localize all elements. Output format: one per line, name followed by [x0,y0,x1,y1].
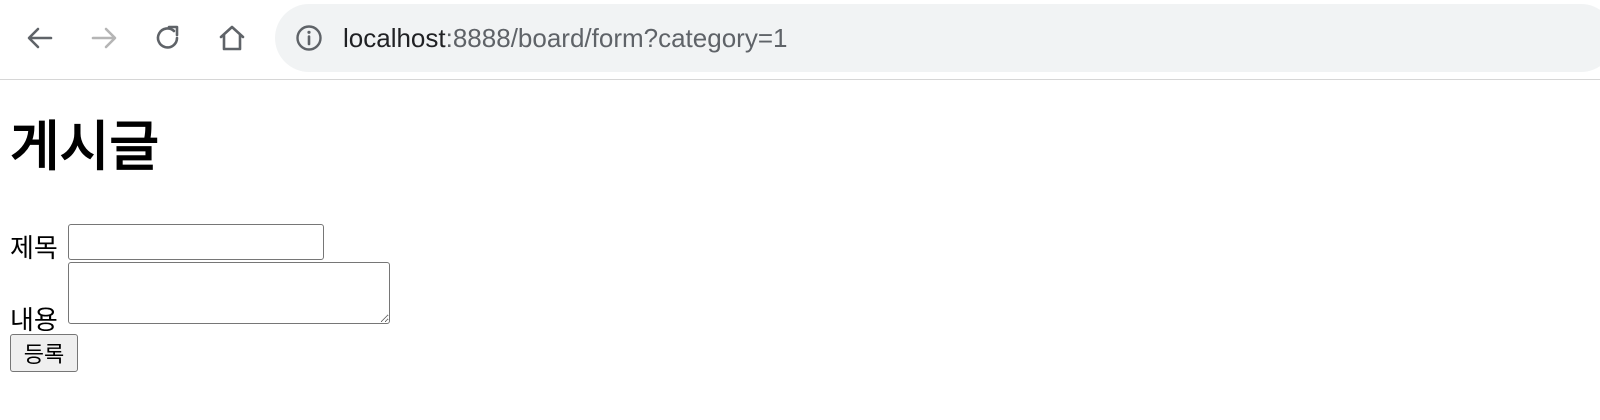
address-bar[interactable]: localhost:8888/board/form?category=1 [275,4,1600,72]
forward-button[interactable] [82,16,126,60]
url-path: :8888/board/form?category=1 [445,23,788,53]
site-info-button[interactable] [295,24,323,52]
home-button[interactable] [210,16,254,60]
url-host: localhost [343,23,446,53]
title-input[interactable] [68,224,324,260]
page-title: 게시글 [10,115,160,178]
content-label: 내용 [10,306,58,336]
arrow-right-icon [91,27,117,49]
page-content: 게시글 제목 내용 등록 [10,110,390,372]
home-icon [219,25,245,51]
browser-toolbar: localhost:8888/board/form?category=1 [0,0,1600,80]
info-icon [296,25,322,51]
title-label: 제목 [10,234,58,264]
reload-button[interactable] [146,16,190,60]
back-button[interactable] [18,16,62,60]
arrow-left-icon [27,27,53,49]
content-textarea[interactable] [68,262,390,324]
url-text[interactable]: localhost:8888/board/form?category=1 [343,21,787,55]
submit-button[interactable]: 등록 [10,334,78,372]
reload-icon [156,25,179,49]
